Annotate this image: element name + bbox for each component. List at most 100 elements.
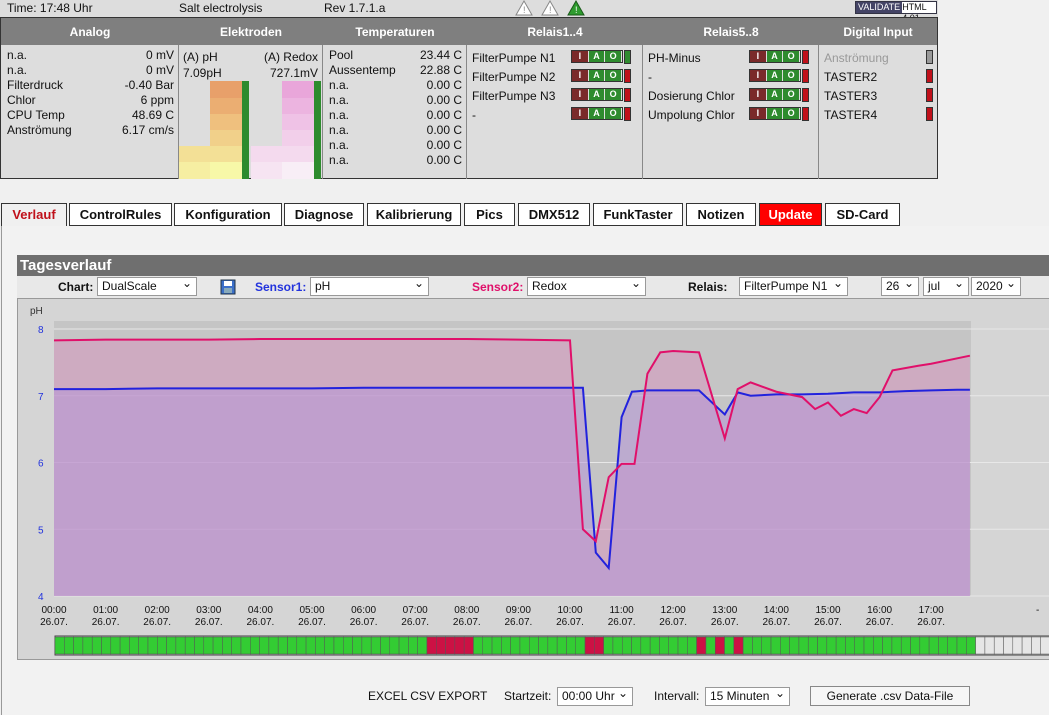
iao-a-button[interactable]: A bbox=[766, 89, 784, 100]
iao-switch[interactable]: IAO bbox=[571, 69, 623, 82]
relais-state-cell bbox=[900, 636, 911, 655]
warning-icon: ! bbox=[541, 0, 559, 16]
sensor2-select[interactable]: Redox bbox=[527, 275, 646, 296]
tab-konfiguration[interactable]: Konfiguration bbox=[174, 203, 282, 226]
iao-switch[interactable]: IAO bbox=[749, 88, 801, 101]
iao-o-button[interactable]: O bbox=[783, 51, 801, 62]
iao-switch[interactable]: IAO bbox=[571, 50, 623, 63]
analog-value: -0.40 Bar bbox=[124, 78, 174, 92]
iao-switch[interactable]: IAO bbox=[749, 107, 801, 120]
x-tick-label: 17:00 bbox=[919, 605, 944, 616]
digital-column: Anströmung TASTER2 TASTER3 TASTER4 bbox=[819, 45, 937, 179]
iao-i-button[interactable]: I bbox=[572, 70, 589, 81]
relais-state-cell bbox=[770, 636, 781, 655]
x-tick-label: 14:00 bbox=[764, 605, 789, 616]
tab-verlauf[interactable]: Verlauf bbox=[1, 203, 67, 227]
chart-type-select[interactable]: DualScale bbox=[97, 275, 197, 296]
relais-select[interactable]: FilterPumpe N1 bbox=[739, 275, 848, 296]
relais-state-cell bbox=[817, 636, 828, 655]
month-select[interactable]: jul bbox=[923, 275, 969, 296]
warning-icon: ! bbox=[515, 0, 533, 16]
iao-a-button[interactable]: A bbox=[766, 108, 784, 119]
save-icon[interactable] bbox=[220, 279, 236, 295]
verlauf-panel: Tagesverlauf Chart: DualScale Sensor1: p… bbox=[1, 226, 1049, 715]
relais-state-cell bbox=[333, 636, 344, 655]
iao-i-button[interactable]: I bbox=[750, 108, 767, 119]
iao-i-button[interactable]: I bbox=[572, 89, 589, 100]
temp-value: 22.88 C bbox=[419, 63, 462, 77]
relais-state-cell bbox=[659, 636, 669, 655]
relais-state-cell bbox=[621, 636, 632, 655]
analog-name: n.a. bbox=[7, 48, 28, 62]
iao-o-button[interactable]: O bbox=[605, 89, 623, 100]
temp-row: n.a. 0.00 C bbox=[329, 138, 466, 153]
relais-state-cell bbox=[603, 636, 614, 655]
iao-o-button[interactable]: O bbox=[605, 70, 623, 81]
relais-state-cell bbox=[343, 636, 353, 655]
analog-name: Filterdruck bbox=[7, 78, 64, 92]
x-tick-date: 26.07. bbox=[298, 617, 326, 628]
iao-i-button[interactable]: I bbox=[750, 51, 767, 62]
iao-a-button[interactable]: A bbox=[588, 89, 606, 100]
digital-led bbox=[926, 107, 933, 121]
chart-controls: Chart: DualScale Sensor1: pH Sensor2: Re… bbox=[17, 275, 1049, 298]
iao-o-button[interactable]: O bbox=[783, 108, 801, 119]
iao-o-button[interactable]: O bbox=[783, 70, 801, 81]
sensor1-select[interactable]: pH bbox=[310, 275, 429, 296]
iao-a-button[interactable]: A bbox=[588, 51, 606, 62]
tab-dmx512[interactable]: DMX512 bbox=[518, 203, 590, 226]
tab-controlrules[interactable]: ControlRules bbox=[69, 203, 172, 226]
iao-switch[interactable]: IAO bbox=[571, 88, 623, 101]
tab-funktaster[interactable]: FunkTaster bbox=[593, 203, 683, 226]
relais-state-cell bbox=[91, 636, 102, 655]
iao-a-button[interactable]: A bbox=[766, 70, 784, 81]
relais-name: FilterPumpe N2 bbox=[472, 70, 556, 84]
relais-name: FilterPumpe N3 bbox=[472, 89, 556, 103]
iao-switch[interactable]: IAO bbox=[749, 69, 801, 82]
x-tick-label: 05:00 bbox=[299, 605, 324, 616]
tab-notizen[interactable]: Notizen bbox=[686, 203, 756, 226]
relais-state-cell bbox=[473, 636, 484, 655]
relais-state-cell bbox=[324, 636, 335, 655]
x-tick-date: 26.07. bbox=[659, 617, 687, 628]
relais-state-cell bbox=[315, 636, 325, 655]
iao-o-button[interactable]: O bbox=[605, 51, 623, 62]
intervall-select[interactable]: 15 Minuten bbox=[705, 685, 790, 706]
iao-o-button[interactable]: O bbox=[605, 108, 623, 119]
x-tick-date: 26.07. bbox=[350, 617, 378, 628]
svg-text:!: ! bbox=[575, 5, 578, 15]
tab-pics[interactable]: Pics bbox=[464, 203, 515, 226]
iao-switch[interactable]: IAO bbox=[571, 107, 623, 120]
header-relais2: Relais5..8 bbox=[703, 25, 759, 39]
tab-kalibrierung[interactable]: Kalibrierung bbox=[367, 203, 461, 226]
relais-state-cell bbox=[575, 636, 586, 655]
iao-i-button[interactable]: I bbox=[750, 89, 767, 100]
relais1-column: FilterPumpe N1 I A O FilterPumpe N2 I A O Filter… bbox=[467, 45, 643, 179]
temp-name: n.a. bbox=[329, 93, 350, 107]
tab-diagnose[interactable]: Diagnose bbox=[284, 203, 364, 226]
iao-a-button[interactable]: A bbox=[588, 108, 606, 119]
iao-i-button[interactable]: I bbox=[750, 70, 767, 81]
x-tick-label: 03:00 bbox=[196, 605, 221, 616]
startzeit-select[interactable]: 00:00 Uhr bbox=[557, 685, 633, 706]
html-validator-badge[interactable]: VALIDATEHTML 4.01 bbox=[855, 1, 937, 23]
day-select[interactable]: 26 bbox=[881, 275, 919, 296]
iao-switch[interactable]: IAO bbox=[749, 50, 801, 63]
x-tick-date: 26.07. bbox=[504, 617, 532, 628]
tab-sdcard[interactable]: SD-Card bbox=[825, 203, 900, 226]
iao-a-button[interactable]: A bbox=[588, 70, 606, 81]
relais-state-cell bbox=[305, 636, 316, 655]
x-tick-label: 07:00 bbox=[403, 605, 428, 616]
iao-i-button[interactable]: I bbox=[572, 51, 589, 62]
iao-a-button[interactable]: A bbox=[766, 51, 784, 62]
temp-value: 0.00 C bbox=[426, 123, 462, 137]
relais-state-cell bbox=[231, 636, 242, 655]
iao-i-button[interactable]: I bbox=[572, 108, 589, 119]
generate-csv-button[interactable]: Generate .csv Data-File bbox=[810, 686, 970, 706]
iao-o-button[interactable]: O bbox=[783, 89, 801, 100]
year-select[interactable]: 2020 bbox=[971, 275, 1021, 296]
header-analog: Analog bbox=[69, 25, 111, 39]
tab-update[interactable]: Update bbox=[759, 203, 822, 226]
relais-state-cell bbox=[501, 636, 511, 655]
svg-text:!: ! bbox=[523, 5, 526, 15]
